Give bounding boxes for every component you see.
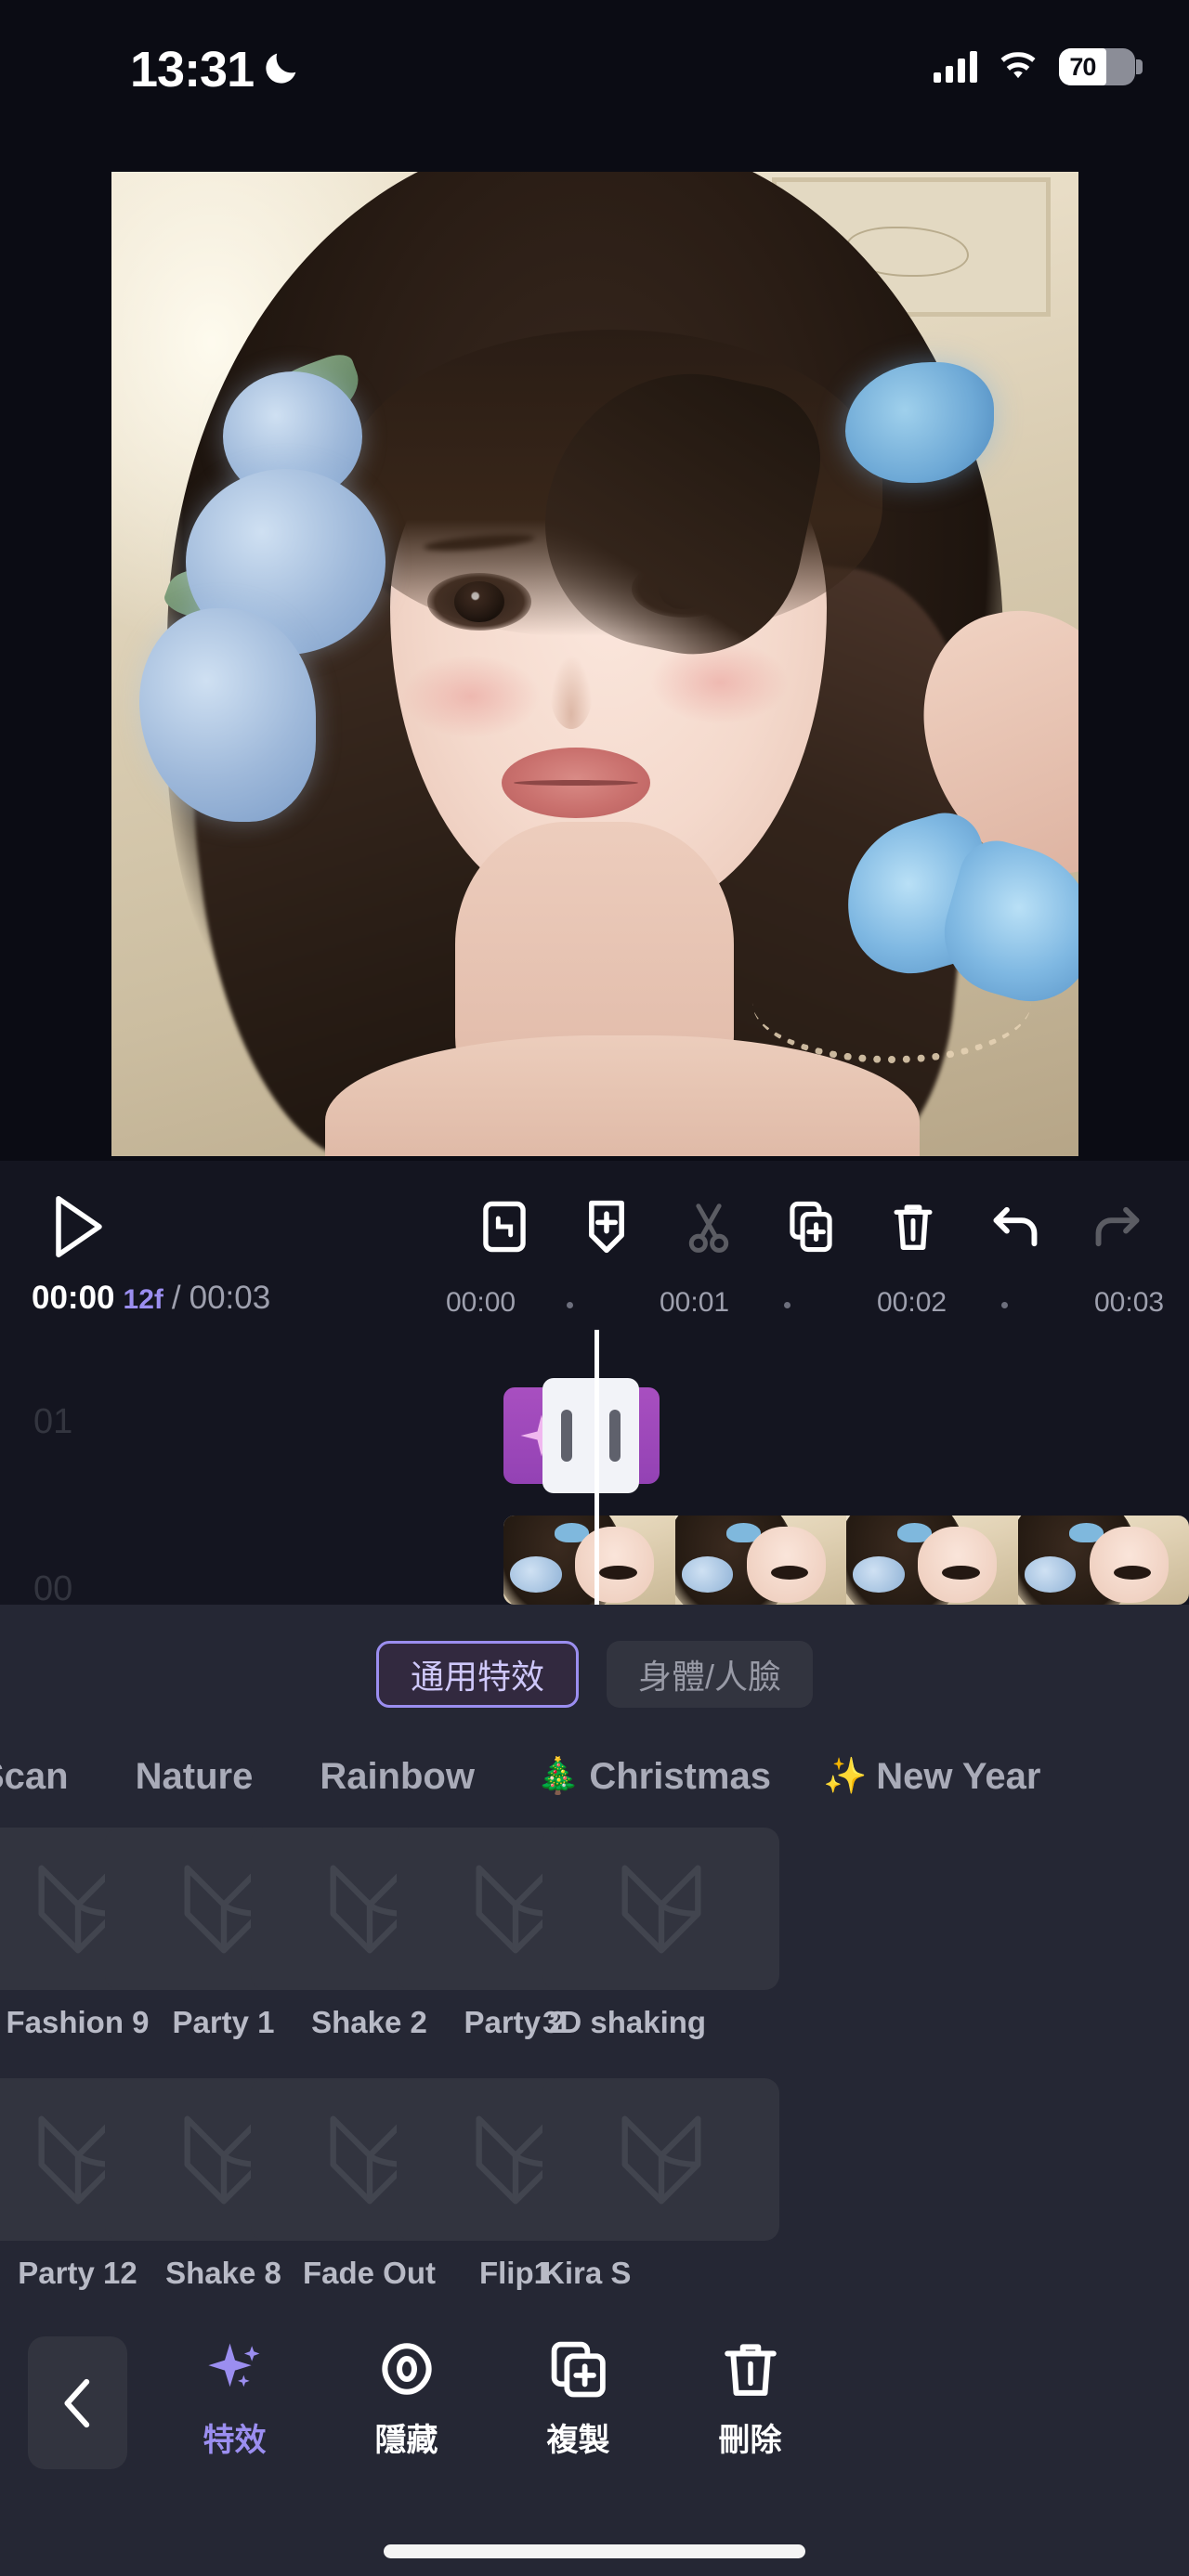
editor-section: 00:00 12f / 00:03 00:00 00:01 00:02 00:0… — [0, 1161, 1189, 1605]
playhead[interactable] — [594, 1330, 599, 1605]
add-keyframe-icon — [589, 1200, 624, 1254]
status-time: 13:31 — [130, 42, 255, 98]
ruler-mark: 00:03 — [1094, 1287, 1165, 1318]
action-label: 特效 — [203, 2423, 267, 2458]
effect-name: 3D shaking — [542, 2005, 707, 2039]
action-label: 刪除 — [718, 2423, 782, 2458]
timecode-row: 00:00 12f / 00:03 00:00 00:01 00:02 00:0… — [0, 1272, 1189, 1328]
placeholder-logo-icon — [621, 1865, 701, 1953]
status-indicators: 70 — [934, 48, 1143, 85]
redo-icon — [1095, 1206, 1140, 1247]
placeholder-logo-icon — [621, 2115, 701, 2204]
undo-button[interactable] — [981, 1192, 1050, 1261]
effect-thumbnail[interactable] — [542, 2078, 779, 2241]
play-button[interactable] — [45, 1192, 113, 1261]
christmas-tree-icon: 🎄 — [535, 1757, 581, 1796]
status-bar: 13:31 70 — [0, 0, 1189, 139]
effect-thumbnail[interactable] — [542, 1828, 779, 1990]
undo-icon — [993, 1206, 1038, 1247]
filmstrip-frame — [674, 1516, 846, 1605]
chevron-left-icon — [63, 2378, 89, 2427]
effect-item[interactable]: 3D shaking — [542, 1828, 779, 2040]
current-timecode: 00:00 12f / 00:03 — [32, 1280, 270, 1317]
play-icon — [56, 1196, 102, 1257]
fit-screen-icon — [483, 1201, 526, 1253]
trash-icon — [724, 2344, 777, 2396]
wifi-icon — [1000, 52, 1036, 79]
duplicate-icon — [551, 2341, 606, 2398]
category-new-year[interactable]: ✨ New Year — [823, 1756, 1041, 1798]
battery-indicator: 70 — [1059, 48, 1143, 85]
ruler-mark: 00:01 — [660, 1287, 730, 1318]
ruler-mark: 00:02 — [877, 1287, 947, 1318]
track-label-01: 01 — [33, 1402, 73, 1441]
category-nature[interactable]: Nature — [136, 1756, 254, 1798]
split-button[interactable] — [674, 1192, 743, 1261]
delete-button[interactable] — [879, 1192, 947, 1261]
timeline-tracks[interactable]: 01 00 — [0, 1330, 1189, 1605]
clip-handle-left[interactable] — [542, 1378, 591, 1493]
timecode-frame: 12f — [123, 1284, 163, 1315]
preview-photo — [111, 172, 1078, 1156]
timecode-current: 00:00 — [32, 1280, 115, 1316]
ruler-mark: 00:00 — [446, 1287, 516, 1318]
filmstrip-frame — [1017, 1516, 1189, 1605]
back-button[interactable] — [28, 2336, 127, 2469]
eye-icon — [381, 2343, 432, 2395]
cellular-signal-icon — [934, 51, 977, 83]
action-label: 複製 — [546, 2423, 610, 2458]
action-effects[interactable]: 特效 — [149, 2338, 320, 2460]
sparkles-icon: ✨ — [822, 1757, 868, 1796]
tab-general-effects[interactable]: 通用特效 — [375, 1641, 579, 1708]
preview-area — [0, 139, 1189, 1161]
editor-toolbar — [0, 1179, 1189, 1272]
scissors-icon — [688, 1203, 729, 1253]
action-delete[interactable]: 刪除 — [664, 2338, 836, 2460]
timeline-ruler[interactable]: 00:00 00:01 00:02 00:03 — [446, 1280, 1189, 1322]
timecode-separator: / — [171, 1280, 181, 1316]
crescent-moon-icon — [266, 53, 296, 84]
track-label-00: 00 — [33, 1569, 73, 1605]
sparkle-icon — [207, 2343, 259, 2387]
effect-tabs: 通用特效 身體/人臉 — [0, 1634, 1189, 1714]
home-indicator — [384, 2544, 805, 2558]
battery-percent: 70 — [1069, 52, 1096, 81]
duplicate-button[interactable] — [777, 1192, 845, 1261]
category-rainbow[interactable]: Rainbow — [320, 1756, 475, 1798]
category-scan[interactable]: Scan — [0, 1756, 69, 1798]
video-preview[interactable] — [111, 172, 1078, 1156]
action-duplicate[interactable]: 複製 — [492, 2338, 664, 2460]
add-keyframe-button[interactable] — [572, 1192, 641, 1261]
category-scroller[interactable]: Scan Nature Rainbow 🎄 Christmas ✨ New Ye… — [0, 1735, 1189, 1818]
category-christmas[interactable]: 🎄 Christmas — [536, 1756, 771, 1798]
effect-item[interactable]: Kira S — [542, 2078, 779, 2291]
filmstrip-frame — [503, 1516, 675, 1605]
bottom-action-bar: 特效 隱藏 複製 刪除 — [0, 2322, 1189, 2489]
video-track-clip[interactable] — [503, 1516, 1189, 1605]
fit-screen-button[interactable] — [470, 1192, 539, 1261]
timecode-total: 00:03 — [189, 1280, 271, 1316]
action-label: 隱藏 — [374, 2423, 438, 2458]
trash-icon — [894, 1204, 933, 1250]
duplicate-icon — [790, 1201, 832, 1253]
redo-button[interactable] — [1083, 1192, 1152, 1261]
tab-body-face[interactable]: 身體/人臉 — [607, 1641, 814, 1708]
action-hide[interactable]: 隱藏 — [320, 2338, 492, 2460]
effects-grid[interactable]: Fashion 9 Party 1 Shake 2 Party 2 3D sha… — [0, 1828, 1189, 2301]
filmstrip-frame — [846, 1516, 1018, 1605]
effect-name: Kira S — [542, 2256, 632, 2290]
